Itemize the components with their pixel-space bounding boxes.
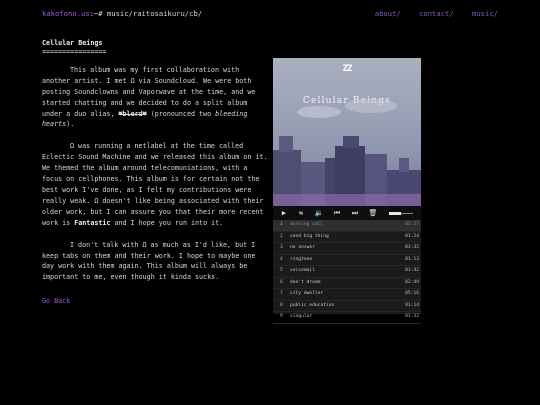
paragraph-2-text-2: and I hope you run into it. bbox=[110, 218, 224, 227]
volume-slider-fill bbox=[389, 212, 401, 215]
track-name: send big thing bbox=[290, 233, 329, 239]
track-row[interactable]: 3 no answer 03:32 bbox=[273, 243, 421, 255]
volume-icon[interactable]: 🔉 bbox=[314, 208, 324, 218]
paragraph-2-text: Ω was running a netlabel at the time cal… bbox=[42, 142, 268, 227]
next-track-icon[interactable]: ⏭ bbox=[350, 208, 360, 218]
track-number: 4 bbox=[280, 256, 283, 262]
album-cover: ZZ Cellular Beings bbox=[273, 58, 421, 206]
track-number: 1 bbox=[280, 222, 283, 227]
track-duration: 01:27 bbox=[405, 222, 419, 227]
host-name: kakofono.us bbox=[42, 9, 90, 18]
paragraph-1: This album was my first collaboration wi… bbox=[42, 65, 268, 130]
track-row[interactable]: 9 singular 01:32 bbox=[273, 312, 421, 324]
paragraph-1-text-3: ). bbox=[66, 120, 75, 129]
track-name: city dweller bbox=[290, 291, 324, 296]
track-list: 1 morning call 01:27 2 send big thing 01:24 … bbox=[273, 220, 421, 324]
emphasis-fantastic: Fantastic bbox=[74, 218, 111, 227]
track-name: morning call bbox=[290, 222, 324, 227]
nav-about-link[interactable]: about/ bbox=[375, 9, 401, 18]
paragraph-1-text-2: (pronounced two bbox=[146, 109, 216, 118]
track-name: public education bbox=[290, 302, 335, 308]
album-player: ZZ Cellular Beings ▶ ⇆ 🔉 ⏮ ⏭ 🗑 1 morning … bbox=[273, 58, 421, 324]
current-path: :~# music/raitosaikuru/cb/ bbox=[89, 9, 203, 18]
track-name: no answer bbox=[290, 245, 315, 250]
track-number: 8 bbox=[280, 302, 283, 308]
nav-contact-link[interactable]: contact/ bbox=[419, 9, 454, 18]
paragraph-3: I don't talk with Ω as much as I'd like,… bbox=[42, 240, 256, 282]
track-row[interactable]: 4 ringtone 01:13 bbox=[273, 255, 421, 266]
album-article: Cellular Beings ================ This al… bbox=[42, 38, 268, 307]
paragraph-2: Ω was running a netlabel at the time cal… bbox=[42, 141, 268, 228]
go-back-link[interactable]: Go Back bbox=[42, 296, 70, 307]
track-duration: 02:49 bbox=[405, 279, 419, 285]
track-number: 3 bbox=[280, 245, 283, 250]
track-duration: 01:24 bbox=[405, 233, 419, 239]
previous-track-icon[interactable]: ⏮ bbox=[332, 208, 342, 218]
trash-icon[interactable]: 🗑 bbox=[368, 208, 378, 218]
track-row[interactable]: 8 public education 01:14 bbox=[273, 301, 421, 312]
main-nav: about/ contact/ music/ bbox=[361, 9, 498, 18]
track-name: ringtone bbox=[290, 256, 313, 262]
track-row[interactable]: 2 send big thing 01:24 bbox=[273, 232, 421, 243]
track-duration: 03:32 bbox=[405, 245, 419, 250]
play-icon[interactable]: ▶ bbox=[279, 208, 289, 218]
track-number: 6 bbox=[280, 279, 283, 285]
track-duration: 01:14 bbox=[405, 302, 419, 308]
track-row[interactable]: 7 city dweller 05:16 bbox=[273, 289, 421, 301]
track-duration: 01:32 bbox=[405, 314, 419, 319]
player-controls: ▶ ⇆ 🔉 ⏮ ⏭ 🗑 bbox=[273, 206, 421, 220]
track-number: 5 bbox=[280, 268, 283, 273]
track-row[interactable]: 6 don't dream 02:49 bbox=[273, 278, 421, 289]
title-underline: ================ bbox=[42, 47, 107, 56]
track-row[interactable]: 1 morning call 01:27 bbox=[273, 220, 421, 232]
track-number: 7 bbox=[280, 291, 283, 296]
repeat-icon[interactable]: ⇆ bbox=[296, 208, 306, 218]
nav-music-link[interactable]: music/ bbox=[472, 9, 498, 18]
track-name: don't dream bbox=[290, 279, 321, 285]
volume-slider[interactable] bbox=[389, 212, 413, 215]
track-number: 2 bbox=[280, 233, 283, 239]
track-name: voicemail bbox=[290, 268, 315, 273]
top-bar: kakofono.us:~# music/raitosaikuru/cb/ ab… bbox=[0, 0, 540, 26]
duo-alias: ♥blerd♥ bbox=[118, 109, 147, 118]
terminal-prompt: kakofono.us:~# music/raitosaikuru/cb/ bbox=[42, 9, 202, 18]
track-number: 9 bbox=[280, 314, 283, 319]
city-skyline-art bbox=[273, 99, 421, 206]
track-row[interactable]: 5 voicemail 01:42 bbox=[273, 266, 421, 278]
track-duration: 01:13 bbox=[405, 256, 419, 262]
track-name: singular bbox=[290, 314, 313, 319]
track-duration: 01:42 bbox=[405, 268, 419, 273]
track-duration: 05:16 bbox=[405, 291, 419, 296]
